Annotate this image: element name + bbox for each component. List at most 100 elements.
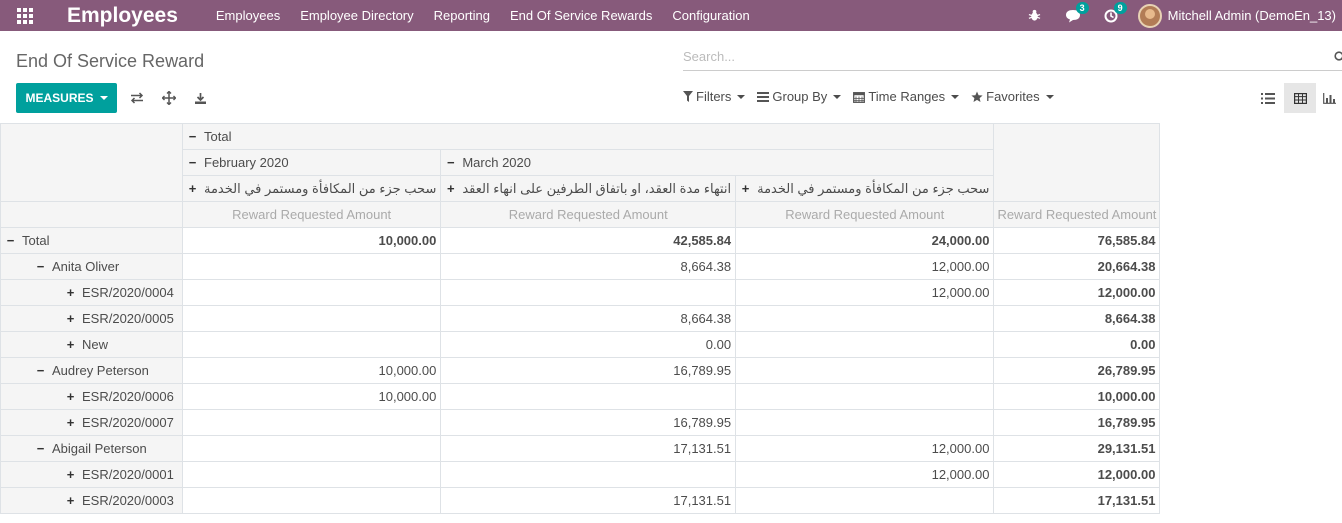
- menu-employees[interactable]: Employees: [206, 0, 290, 31]
- download-icon[interactable]: [191, 89, 209, 107]
- pivot-view-button[interactable]: [1284, 83, 1316, 113]
- row-header-total[interactable]: − Total: [0, 227, 183, 254]
- pivot-cell[interactable]: [440, 461, 737, 488]
- pivot-cell[interactable]: [735, 383, 995, 410]
- menu-configuration[interactable]: Configuration: [662, 0, 759, 31]
- pivot-cell[interactable]: [181, 279, 442, 306]
- pivot-cell[interactable]: [181, 331, 442, 358]
- list-icon: [1261, 92, 1275, 104]
- measure-header[interactable]: Reward Requested Amount: [993, 201, 1161, 228]
- menu-reporting[interactable]: Reporting: [424, 0, 500, 31]
- collapse-icon: −: [36, 259, 45, 274]
- pivot-cell[interactable]: 24,000.00: [735, 227, 995, 254]
- pivot-cell-total[interactable]: 29,131.51: [993, 435, 1161, 462]
- expand-all-icon[interactable]: [160, 89, 178, 107]
- pivot-cell-total[interactable]: 20,664.38: [993, 253, 1161, 280]
- debug-bug-icon[interactable]: [1024, 0, 1046, 31]
- pivot-cell[interactable]: 17,131.51: [440, 435, 737, 462]
- col-header-type-partial-withdrawal-feb[interactable]: + سحب جزء من المكافأة ومستمر في الخدمة: [181, 175, 442, 202]
- pivot-cell[interactable]: 12,000.00: [735, 435, 995, 462]
- row-header-record[interactable]: + ESR/2020/0004: [0, 279, 183, 306]
- row-header-record[interactable]: + New: [0, 331, 183, 358]
- pivot-cell-total[interactable]: 10,000.00: [993, 383, 1161, 410]
- pivot-cell-total[interactable]: 8,664.38: [993, 305, 1161, 332]
- pivot-cell[interactable]: 12,000.00: [735, 461, 995, 488]
- user-menu[interactable]: Mitchell Admin (DemoEn_13): [1168, 8, 1336, 23]
- pivot-cell[interactable]: [181, 461, 442, 488]
- pivot-cell[interactable]: [735, 487, 995, 514]
- pivot-cell[interactable]: [735, 357, 995, 384]
- graph-view-button[interactable]: [1316, 83, 1342, 113]
- pivot-cell[interactable]: 12,000.00: [735, 279, 995, 306]
- measures-button[interactable]: MEASURES: [16, 83, 117, 113]
- col-header-march-2020[interactable]: − March 2020: [440, 149, 995, 176]
- chat-icon[interactable]: 3: [1062, 0, 1089, 31]
- pivot-cell[interactable]: 17,131.51: [440, 487, 737, 514]
- pivot-cell[interactable]: 0.00: [440, 331, 737, 358]
- col-header-february-2020[interactable]: − February 2020: [181, 149, 442, 176]
- pivot-cell[interactable]: 10,000.00: [181, 357, 442, 384]
- pivot-cell-total[interactable]: 17,131.51: [993, 487, 1161, 514]
- apps-menu-icon[interactable]: [0, 0, 50, 31]
- pivot-cell-total[interactable]: 76,585.84: [993, 227, 1161, 254]
- pivot-cell[interactable]: [181, 305, 442, 332]
- pivot-cell[interactable]: 10,000.00: [181, 227, 442, 254]
- pivot-cell[interactable]: [181, 435, 442, 462]
- pivot-cell[interactable]: 42,585.84: [440, 227, 737, 254]
- filters-dropdown[interactable]: Filters: [683, 89, 746, 104]
- pivot-cell[interactable]: 8,664.38: [440, 305, 737, 332]
- measure-header[interactable]: Reward Requested Amount: [440, 201, 737, 228]
- row-header-employee[interactable]: − Abigail Peterson: [0, 435, 183, 462]
- pivot-cell-total[interactable]: 12,000.00: [993, 279, 1161, 306]
- pivot-cell[interactable]: [181, 253, 442, 280]
- row-header-record[interactable]: + ESR/2020/0006: [0, 383, 183, 410]
- expand-icon: +: [66, 467, 75, 482]
- collapse-icon: −: [6, 233, 15, 248]
- activity-clock-icon[interactable]: 9: [1100, 0, 1127, 31]
- favorites-dropdown[interactable]: Favorites: [971, 89, 1054, 104]
- pivot-cell[interactable]: 16,789.95: [440, 409, 737, 436]
- user-avatar[interactable]: [1137, 3, 1162, 28]
- row-header-record[interactable]: + ESR/2020/0001: [0, 461, 183, 488]
- pivot-cell-total[interactable]: 26,789.95: [993, 357, 1161, 384]
- search-icon[interactable]: [1334, 51, 1342, 66]
- row-header-employee[interactable]: − Anita Oliver: [0, 253, 183, 280]
- pivot-cell[interactable]: 12,000.00: [735, 253, 995, 280]
- measure-header[interactable]: Reward Requested Amount: [735, 201, 995, 228]
- pivot-cell[interactable]: [181, 409, 442, 436]
- expand-icon: +: [66, 389, 75, 404]
- time-ranges-label: Time Ranges: [868, 89, 946, 104]
- menu-employee-directory[interactable]: Employee Directory: [290, 0, 423, 31]
- list-view-button[interactable]: [1252, 83, 1284, 113]
- col-header-type-partial-withdrawal-mar[interactable]: + سحب جزء من المكافأة ومستمر في الخدمة: [735, 175, 995, 202]
- measure-header[interactable]: Reward Requested Amount: [181, 201, 442, 228]
- flip-axis-icon[interactable]: [128, 89, 146, 107]
- activity-badge: 9: [1113, 2, 1127, 14]
- row-header-record[interactable]: + ESR/2020/0007: [0, 409, 183, 436]
- pivot-cell[interactable]: [735, 331, 995, 358]
- group-by-dropdown[interactable]: Group By: [757, 89, 842, 104]
- caret-down-icon: [833, 94, 842, 99]
- pivot-cell[interactable]: 10,000.00: [181, 383, 442, 410]
- pivot-cell[interactable]: [181, 487, 442, 514]
- collapse-icon: −: [188, 129, 197, 144]
- pivot-cell[interactable]: [735, 409, 995, 436]
- col-header-total[interactable]: − Total: [181, 123, 995, 150]
- pivot-cell[interactable]: 16,789.95: [440, 357, 737, 384]
- collapse-icon: −: [36, 441, 45, 456]
- menu-end-of-service-rewards[interactable]: End Of Service Rewards: [500, 0, 662, 31]
- col-header-type-contract-end[interactable]: + انتهاء مدة العقد، او باتفاق الطرفين على…: [440, 175, 737, 202]
- pivot-cell[interactable]: [735, 305, 995, 332]
- search-input[interactable]: [683, 49, 1283, 64]
- row-header-record[interactable]: + ESR/2020/0005: [0, 305, 183, 332]
- pivot-cell-total[interactable]: 16,789.95: [993, 409, 1161, 436]
- row-header-record[interactable]: + ESR/2020/0003: [0, 487, 183, 514]
- pivot-cell[interactable]: [440, 383, 737, 410]
- row-header-employee[interactable]: − Audrey Peterson: [0, 357, 183, 384]
- pivot-cell-total[interactable]: 12,000.00: [993, 461, 1161, 488]
- time-ranges-dropdown[interactable]: Time Ranges: [853, 89, 960, 104]
- pivot-cell[interactable]: [440, 279, 737, 306]
- pivot-corner-cell: [0, 123, 183, 202]
- pivot-cell[interactable]: 8,664.38: [440, 253, 737, 280]
- pivot-cell-total[interactable]: 0.00: [993, 331, 1161, 358]
